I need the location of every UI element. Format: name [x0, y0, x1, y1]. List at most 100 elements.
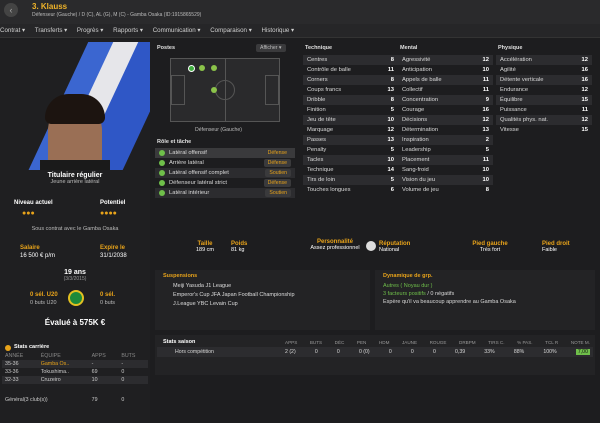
duty-dropdown[interactable]: Défense: [263, 149, 291, 157]
attribute-row[interactable]: Anticipation 10: [398, 65, 493, 75]
attribute-value: 10: [482, 167, 489, 173]
attribute-row[interactable]: Leadership 5: [398, 145, 493, 155]
attribute-row[interactable]: Vitesse 15: [496, 125, 592, 135]
attribute-value: 5: [485, 147, 489, 153]
role-item[interactable]: Latéral intérieur Soutien: [155, 188, 295, 198]
attribute-row[interactable]: Concentration 9: [398, 95, 493, 105]
attribute-label: Sang-froid: [402, 167, 429, 173]
season-header: TIRS C.: [488, 340, 505, 345]
attribute-label: Accélération: [500, 57, 532, 63]
career-row[interactable]: 32-33 Cruzeiro 10 0: [2, 376, 148, 384]
position-dot-dl: [188, 65, 195, 72]
menu-communication[interactable]: Communication ▾: [153, 24, 201, 38]
season-row-label: Hors compétition: [175, 349, 214, 355]
menu-progres[interactable]: Progrès ▾: [77, 24, 104, 38]
attribute-row[interactable]: Corners 8: [303, 75, 398, 85]
attribute-row[interactable]: Qualités phys. nat. 12: [496, 115, 592, 125]
roles-title: Rôle et tâche: [157, 139, 192, 145]
menu-transferts[interactable]: Transferts ▾: [35, 24, 67, 38]
potential-label: Potentiel: [100, 200, 126, 206]
attribute-row[interactable]: Centres 8: [303, 55, 398, 65]
attribute-row[interactable]: Courage 16: [398, 105, 493, 115]
attribute-row[interactable]: Vision du jeu 10: [398, 175, 493, 185]
right-foot-value: Faible: [542, 247, 557, 253]
attribute-row[interactable]: Sang-froid 10: [398, 165, 493, 175]
duty-dropdown[interactable]: Défense: [263, 179, 291, 187]
attribute-row[interactable]: Dribble 8: [303, 95, 398, 105]
season-row[interactable]: Hors compétition 2 (2) 0 0 0 (0) 0 0 0 0,39 33% 8…: [157, 347, 593, 357]
technique-title: Technique: [305, 45, 333, 51]
squad-status: Titulaire régulier: [47, 172, 103, 179]
duty-dropdown[interactable]: Défense: [263, 159, 291, 167]
attribute-row[interactable]: Accélération 12: [496, 55, 592, 65]
attribute-row[interactable]: Finition 5: [303, 105, 398, 115]
career-row[interactable]: 35-36 Gamba Os.. - -: [2, 360, 148, 368]
season-value: 0: [410, 349, 414, 355]
attribute-label: Qualités phys. nat.: [500, 117, 549, 123]
attribute-value: 13: [387, 87, 394, 93]
season-value: 88%: [513, 349, 525, 355]
attribute-row[interactable]: Volume de jeu 8: [398, 185, 493, 195]
attribute-row[interactable]: Équilibre 15: [496, 95, 592, 105]
attribute-label: Jeu de tête: [307, 117, 336, 123]
season-values: 2 (2) 0 0 0 (0) 0 0 0 0,39 33% 88% 100% 7,00: [285, 349, 590, 355]
role-item[interactable]: Défenseur latéral strict Défense: [155, 178, 295, 188]
attribute-row[interactable]: Technique 14: [303, 165, 398, 175]
role-status-icon: [159, 150, 165, 156]
season-value: 33%: [484, 349, 495, 355]
attribute-value: 11: [387, 67, 394, 73]
attribute-row[interactable]: Placement 11: [398, 155, 493, 165]
attribute-label: Vision du jeu: [402, 177, 436, 183]
season-header: HDM: [378, 340, 390, 345]
duty-dropdown[interactable]: Soutien: [265, 169, 291, 177]
attribute-label: Inspiration: [402, 137, 429, 143]
attribute-row[interactable]: Penalty 5: [303, 145, 398, 155]
attribute-value: 11: [482, 157, 489, 163]
attribute-row[interactable]: Détermination 13: [398, 125, 493, 135]
positions-display-dropdown[interactable]: Afficher ▾: [256, 44, 286, 52]
career-icon: [5, 345, 11, 351]
career-stats-title[interactable]: Stats carrière: [14, 344, 49, 350]
attribute-row[interactable]: Marquage 12: [303, 125, 398, 135]
attribute-label: Technique: [307, 167, 334, 173]
attribute-row[interactable]: Détente verticale 16: [496, 75, 592, 85]
attribute-row[interactable]: Touches longues 6: [303, 185, 398, 195]
season-value: 0: [336, 349, 340, 355]
attribute-row[interactable]: Inspiration 2: [398, 135, 493, 145]
attribute-row[interactable]: Agilité 16: [496, 65, 592, 75]
attribute-row[interactable]: Contrôle de balle 11: [303, 65, 398, 75]
role-item[interactable]: Latéral offensif Défense: [155, 148, 295, 158]
attribute-row[interactable]: Décisions 12: [398, 115, 493, 125]
season-header: DÉC: [334, 340, 345, 345]
menu-comparaison[interactable]: Comparaison ▾: [210, 24, 252, 38]
attribute-row[interactable]: Endurance 12: [496, 85, 592, 95]
attribute-row[interactable]: Appels de balle 11: [398, 75, 493, 85]
menu-rapports[interactable]: Rapports ▾: [113, 24, 143, 38]
attribute-row[interactable]: Passes 13: [303, 135, 398, 145]
attribute-row[interactable]: Tacles 10: [303, 155, 398, 165]
attribute-row[interactable]: Puissance 11: [496, 105, 592, 115]
attribute-value: 10: [482, 67, 489, 73]
u20-caps: 0 sél. U20: [30, 292, 58, 298]
attribute-label: Équilibre: [500, 97, 523, 103]
attribute-row[interactable]: Collectif 11: [398, 85, 493, 95]
season-stats-title[interactable]: Stats saison: [163, 339, 195, 345]
attribute-value: 8: [485, 187, 489, 193]
attribute-label: Appels de balle: [402, 77, 442, 83]
duty-dropdown[interactable]: Soutien: [265, 189, 291, 197]
role-item[interactable]: Arrière latéral Défense: [155, 158, 295, 168]
back-icon[interactable]: ‹: [4, 3, 18, 17]
attribute-row[interactable]: Jeu de tête 10: [303, 115, 398, 125]
attribute-row[interactable]: Tirs de loin 5: [303, 175, 398, 185]
attribute-value: 11: [482, 77, 489, 83]
height-value: 189 cm: [195, 247, 215, 253]
attribute-row[interactable]: Agressivité 12: [398, 55, 493, 65]
career-row[interactable]: 33-36 Tokushima.. 69 0: [2, 368, 148, 376]
menu-contrat[interactable]: Contrat ▾: [0, 24, 25, 38]
attribute-row[interactable]: Coups francs 13: [303, 85, 398, 95]
season-stats-panel: Stats saison APPS BUTS DÉC PEN HDM JAUNE ROUGE…: [155, 335, 595, 375]
menu-historique[interactable]: Historique ▾: [261, 24, 294, 38]
attribute-label: Collectif: [402, 87, 423, 93]
role-item[interactable]: Latéral offensif complet Soutien: [155, 168, 295, 178]
attribute-value: 6: [390, 187, 394, 193]
